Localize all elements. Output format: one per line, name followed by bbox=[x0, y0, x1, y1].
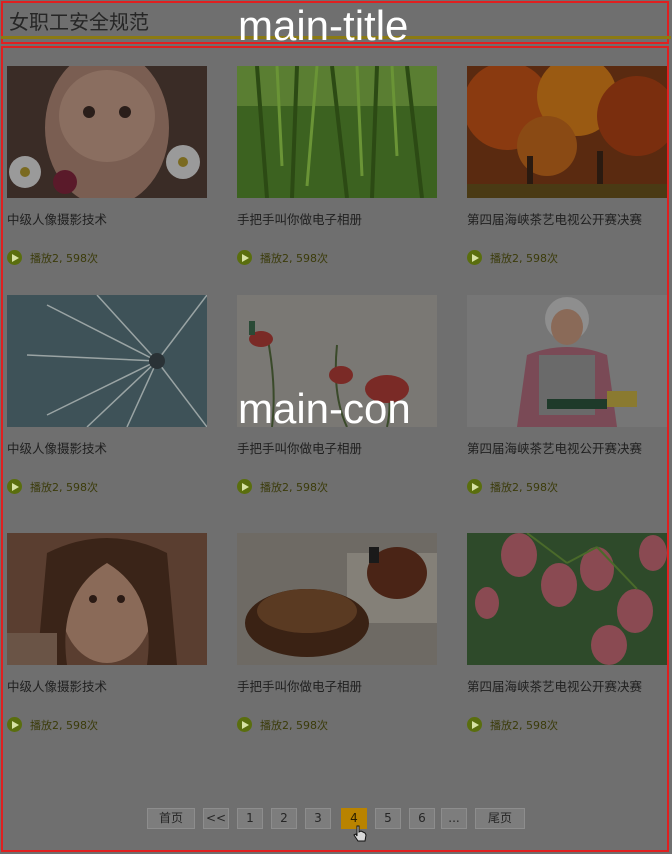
thumbnail-woman-cooking[interactable] bbox=[467, 295, 667, 427]
play-icon bbox=[467, 717, 482, 732]
last-page-button[interactable]: 尾页 bbox=[475, 808, 525, 829]
play-icon bbox=[467, 479, 482, 494]
main-con-label: main-con bbox=[238, 385, 411, 432]
play-count: 播放2, 598次 bbox=[467, 714, 558, 732]
play-icon bbox=[7, 250, 22, 265]
play-count: 播放2, 598次 bbox=[7, 476, 98, 494]
thumbnail-willow[interactable] bbox=[237, 66, 437, 198]
video-card[interactable]: 第四届海峡茶艺电视公开赛决赛 播放2, 598次 bbox=[467, 66, 667, 265]
thumbnail-autumn-trees[interactable] bbox=[467, 66, 667, 198]
card-title[interactable]: 第四届海峡茶艺电视公开赛决赛 bbox=[467, 438, 672, 457]
thumbnail-woman-portrait[interactable] bbox=[7, 533, 207, 665]
page-2-button[interactable]: 2 bbox=[271, 808, 297, 829]
play-icon bbox=[237, 250, 252, 265]
first-page-button[interactable]: 首页 bbox=[147, 808, 195, 829]
thumbnail-girl-flowers[interactable] bbox=[7, 66, 207, 198]
video-card[interactable]: 手把手叫你做电子相册 播放2, 598次 bbox=[237, 533, 437, 732]
play-count: 播放2, 598次 bbox=[7, 247, 98, 265]
video-card[interactable]: 中级人像摄影技术 播放2, 598次 bbox=[7, 533, 207, 732]
card-title[interactable]: 第四届海峡茶艺电视公开赛决赛 bbox=[467, 676, 672, 695]
video-card[interactable]: 中级人像摄影技术 播放2, 598次 bbox=[7, 295, 207, 494]
card-title[interactable]: 手把手叫你做电子相册 bbox=[237, 438, 442, 457]
ellipsis-button[interactable]: ... bbox=[441, 808, 467, 829]
play-icon bbox=[237, 479, 252, 494]
video-card[interactable]: 中级人像摄影技术 播放2, 598次 bbox=[7, 66, 207, 265]
page-5-button[interactable]: 5 bbox=[375, 808, 401, 829]
play-icon bbox=[7, 479, 22, 494]
prev-page-button[interactable]: << bbox=[203, 808, 229, 829]
main-title-label: main-title bbox=[238, 2, 409, 49]
page-1-button[interactable]: 1 bbox=[237, 808, 263, 829]
thumbnail-dandelion[interactable] bbox=[7, 295, 207, 427]
play-count: 播放2, 598次 bbox=[467, 247, 558, 265]
page-title: 女职工安全规范 bbox=[9, 10, 149, 34]
pagination: 首页 << 1 2 3 4 5 6 ... 尾页 bbox=[0, 808, 672, 830]
card-title[interactable]: 手把手叫你做电子相册 bbox=[237, 676, 442, 695]
play-icon bbox=[467, 250, 482, 265]
play-count: 播放2, 598次 bbox=[7, 714, 98, 732]
card-title[interactable]: 手把手叫你做电子相册 bbox=[237, 209, 442, 228]
card-title[interactable]: 中级人像摄影技术 bbox=[7, 438, 212, 457]
page-6-button[interactable]: 6 bbox=[409, 808, 435, 829]
video-card[interactable]: 第四届海峡茶艺电视公开赛决赛 播放2, 598次 bbox=[467, 533, 667, 732]
play-count: 播放2, 598次 bbox=[237, 476, 328, 494]
video-card[interactable]: 第四届海峡茶艺电视公开赛决赛 播放2, 598次 bbox=[467, 295, 667, 494]
play-count: 播放2, 598次 bbox=[237, 247, 328, 265]
card-title[interactable]: 中级人像摄影技术 bbox=[7, 676, 212, 695]
thumbnail-bellflowers[interactable] bbox=[467, 533, 667, 665]
card-title[interactable]: 中级人像摄影技术 bbox=[7, 209, 212, 228]
play-icon bbox=[237, 717, 252, 732]
play-icon bbox=[7, 717, 22, 732]
play-count: 播放2, 598次 bbox=[237, 714, 328, 732]
play-count: 播放2, 598次 bbox=[467, 476, 558, 494]
hand-cursor-icon bbox=[353, 825, 367, 842]
card-title[interactable]: 第四届海峡茶艺电视公开赛决赛 bbox=[467, 209, 672, 228]
thumbnail-tea-cup[interactable] bbox=[237, 533, 437, 665]
page-3-button[interactable]: 3 bbox=[305, 808, 331, 829]
video-card[interactable]: 手把手叫你做电子相册 播放2, 598次 bbox=[237, 66, 437, 265]
